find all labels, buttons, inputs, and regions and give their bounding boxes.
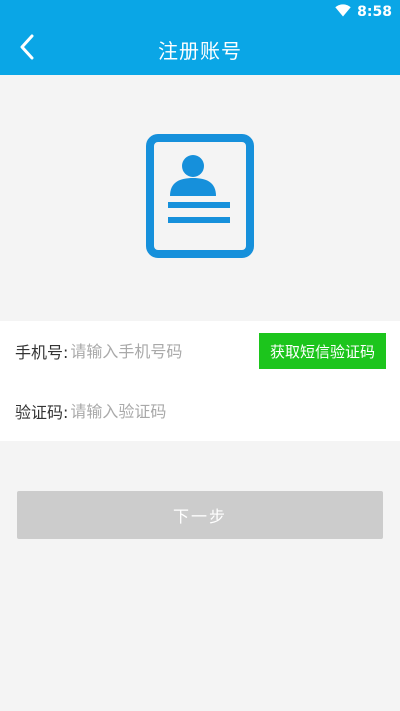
- code-row: 验证码:: [0, 381, 400, 441]
- page-title: 注册账号: [158, 39, 242, 63]
- status-bar: 8:58: [0, 0, 400, 24]
- phone-row: 手机号: 获取短信验证码: [0, 321, 400, 381]
- next-step-button[interactable]: 下一步: [17, 491, 383, 539]
- id-card-icon: [146, 134, 254, 258]
- code-label: 验证码:: [15, 403, 69, 422]
- app-bar: 注册账号: [0, 24, 400, 75]
- wifi-icon: [335, 3, 351, 21]
- get-sms-code-button[interactable]: 获取短信验证码: [259, 333, 386, 369]
- registration-form: 手机号: 获取短信验证码 验证码:: [0, 321, 400, 441]
- verification-code-input[interactable]: [70, 401, 351, 421]
- status-time: 8:58: [357, 4, 392, 20]
- status-indicators: 8:58: [335, 2, 392, 22]
- phone-label: 手机号:: [15, 343, 69, 362]
- phone-input[interactable]: [70, 341, 241, 361]
